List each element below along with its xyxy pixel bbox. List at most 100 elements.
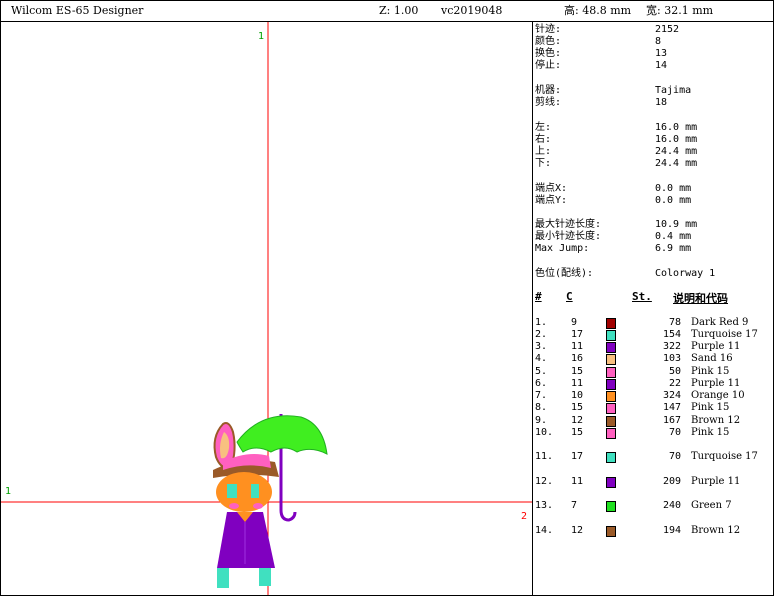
color-row-name: Turquoise 17: [691, 329, 758, 340]
design-info-panel: 针迹: 2152 颜色: 8 换色: 13 停止: 14 机器: Tajima …: [533, 22, 773, 595]
color-row[interactable]: 2. 17 154 Turquoise 17: [533, 329, 773, 341]
color-row-name: Pink 15: [691, 402, 730, 413]
color-row-stitches: 154: [662, 329, 681, 340]
machine-label: 机器:: [535, 85, 562, 96]
color-row-name: Purple 11: [691, 476, 741, 487]
color-row-name: Pink 15: [691, 427, 730, 438]
color-swatch: [606, 477, 616, 488]
design-width: 宽: 32.1 mm: [646, 4, 714, 17]
color-swatch: [606, 354, 616, 365]
app-title: Wilcom ES-65 Designer: [11, 4, 144, 17]
design-height: 高: 48.8 mm: [564, 4, 632, 17]
color-row-index: 14.: [535, 525, 554, 536]
canvas-label-top: 1: [258, 31, 264, 42]
design-canvas-svg: 1 1 2: [1, 22, 532, 595]
zoom-level: Z: 1.00: [379, 4, 419, 17]
color-row-name: Sand 16: [691, 353, 733, 364]
color-row-stitches: 22: [668, 378, 681, 389]
color-row[interactable]: 5. 15 50 Pink 15: [533, 366, 773, 378]
color-row[interactable]: 4. 16 103 Sand 16: [533, 353, 773, 365]
color-swatch: [606, 403, 616, 414]
changes-label: 换色:: [535, 48, 562, 59]
color-row-name: Turquoise 17: [691, 451, 758, 462]
color-row-name: Pink 15: [691, 366, 730, 377]
color-swatch: [606, 501, 616, 512]
color-swatch: [606, 330, 616, 341]
stitches-label: 针迹:: [535, 24, 562, 35]
title-bar: Wilcom ES-65 Designer Z: 1.00 vc2019048 …: [1, 1, 773, 22]
max-stitch-length-label: 最大针迹长度:: [535, 219, 602, 230]
color-row[interactable]: 13. 7 240 Green 7: [533, 500, 773, 512]
color-swatch: [606, 367, 616, 378]
color-row-stitches: 167: [662, 415, 681, 426]
color-row-code: 15: [571, 427, 584, 438]
end-y-value: 0.0 mm: [655, 195, 692, 206]
color-row-index: 6.: [535, 378, 548, 389]
color-row-stitches: 194: [662, 525, 681, 536]
color-row[interactable]: 11. 17 70 Turquoise 17: [533, 451, 773, 463]
color-row-index: 1.: [535, 317, 548, 328]
color-row-name: Brown 12: [691, 415, 741, 426]
color-row-code: 15: [571, 366, 584, 377]
column-header-description: 说明和代码: [673, 292, 728, 305]
color-row-index: 7.: [535, 390, 548, 401]
color-row-name: Brown 12: [691, 525, 741, 536]
design-canvas[interactable]: 1 1 2: [1, 22, 533, 595]
color-row-stitches: 70: [668, 451, 681, 462]
trims-value: 18: [655, 97, 668, 108]
color-row[interactable]: 1. 9 78 Dark Red 9: [533, 317, 773, 329]
color-row-name: Purple 11: [691, 378, 741, 389]
color-row[interactable]: 14. 12 194 Brown 12: [533, 525, 773, 537]
color-row[interactable]: 9. 12 167 Brown 12: [533, 415, 773, 427]
color-row-code: 12: [571, 525, 584, 536]
end-x-value: 0.0 mm: [655, 183, 692, 194]
trims-label: 剪线:: [535, 97, 562, 108]
embroidery-design: [213, 414, 328, 588]
color-row-code: 17: [571, 451, 584, 462]
color-row-stitches: 324: [662, 390, 681, 401]
color-row-index: 2.: [535, 329, 548, 340]
stops-value: 14: [655, 60, 668, 71]
color-row[interactable]: 12. 11 209 Purple 11: [533, 476, 773, 488]
right-extent-label: 右:: [535, 134, 552, 145]
color-row-stitches: 70: [668, 427, 681, 438]
left-extent-label: 左:: [535, 122, 552, 133]
color-row-index: 13.: [535, 500, 554, 511]
color-row-code: 9: [571, 317, 578, 328]
stitches-value: 2152: [655, 24, 680, 35]
color-row-index: 11.: [535, 451, 554, 462]
color-row[interactable]: 7. 10 324 Orange 10: [533, 390, 773, 402]
color-swatch: [606, 342, 616, 353]
color-row-name: Purple 11: [691, 341, 741, 352]
colors-value: 8: [655, 36, 662, 47]
color-row[interactable]: 3. 11 322 Purple 11: [533, 341, 773, 353]
color-row-code: 10: [571, 390, 584, 401]
color-swatch: [606, 428, 616, 439]
min-stitch-length-value: 0.4 mm: [655, 231, 692, 242]
min-stitch-length-label: 最小针迹长度:: [535, 231, 602, 242]
color-row-code: 11: [571, 341, 584, 352]
color-row[interactable]: 10. 15 70 Pink 15: [533, 427, 773, 439]
canvas-label-right: 2: [521, 511, 527, 522]
color-row-index: 10.: [535, 427, 554, 438]
color-row-code: 11: [571, 476, 584, 487]
down-extent-value: 24.4 mm: [655, 158, 698, 169]
color-row-name: Orange 10: [691, 390, 745, 401]
color-row-stitches: 78: [668, 317, 681, 328]
color-row-code: 11: [571, 378, 584, 389]
max-stitch-length-value: 10.9 mm: [655, 219, 698, 230]
color-row[interactable]: 6. 11 22 Purple 11: [533, 378, 773, 390]
color-row-stitches: 322: [662, 341, 681, 352]
color-row-code: 12: [571, 415, 584, 426]
down-extent-label: 下:: [535, 158, 552, 169]
color-row[interactable]: 8. 15 147 Pink 15: [533, 402, 773, 414]
color-row-code: 16: [571, 353, 584, 364]
column-header-stitches: St.: [632, 290, 652, 303]
color-row-stitches: 209: [662, 476, 681, 487]
color-row-stitches: 147: [662, 402, 681, 413]
color-swatch: [606, 391, 616, 402]
right-extent-value: 16.0 mm: [655, 134, 698, 145]
left-extent-value: 16.0 mm: [655, 122, 698, 133]
file-name: vc2019048: [441, 4, 503, 17]
colorway-value: Colorway 1: [655, 268, 716, 279]
